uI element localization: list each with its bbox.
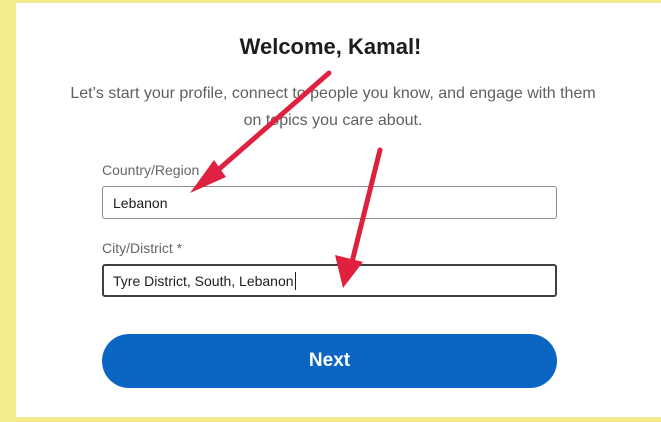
country-input[interactable]: Lebanon [102,186,557,219]
country-label-text: Country/Region [102,162,200,178]
text-caret [294,271,296,290]
intro-text: Let’s start your profile, connect to peo… [28,80,638,134]
city-label-text: City/District [102,240,173,256]
city-input[interactable]: Tyre District, South, Lebanon [102,264,557,297]
country-label: Country/Region [102,162,199,178]
next-button-label: Next [308,350,351,371]
city-value: Tyre District, South, Lebanon [113,272,294,289]
city-label: City/District * [102,240,182,256]
required-mark: * [176,240,183,256]
next-button[interactable]: Next [102,334,557,388]
intro-line-1: Let’s start your profile, connect to peo… [70,85,596,102]
country-value: Lebanon [113,194,168,211]
intro-line-2: on topics you care about. [243,112,423,129]
page-title: Welcome, Kamal! [239,34,422,59]
